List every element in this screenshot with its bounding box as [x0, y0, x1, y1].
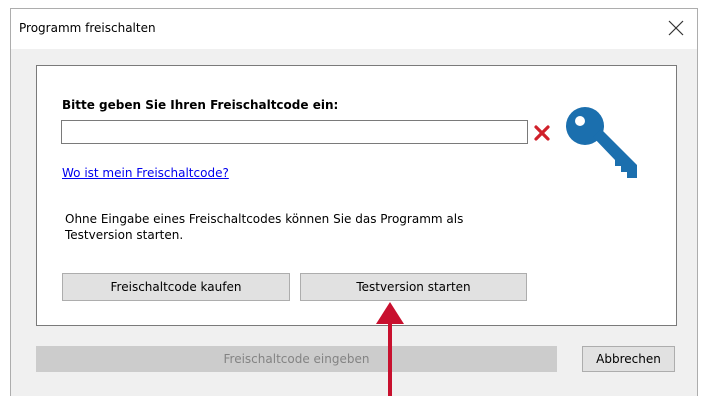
code-prompt-label: Bitte geben Sie Ihren Freischaltcode ein…	[62, 98, 339, 112]
where-is-code-link[interactable]: Wo ist mein Freischaltcode?	[62, 166, 229, 180]
dialog-window: Programm freischalten Bitte geben Sie Ih…	[10, 8, 698, 396]
close-button[interactable]	[659, 11, 693, 45]
cancel-button[interactable]: Abbrechen	[582, 346, 675, 372]
info-line-2: Testversion starten.	[65, 228, 184, 242]
title-bar: Programm freischalten	[11, 9, 697, 49]
key-icon	[566, 107, 637, 178]
buy-code-button[interactable]: Freischaltcode kaufen	[62, 273, 290, 301]
enter-code-button[interactable]: Freischaltcode eingeben	[36, 346, 557, 372]
activation-panel: Bitte geben Sie Ihren Freischaltcode ein…	[36, 65, 677, 326]
trial-info-text: Ohne Eingabe eines Freischaltcodes könne…	[65, 211, 485, 243]
window-title: Programm freischalten	[19, 21, 156, 35]
red-x-icon	[534, 125, 550, 141]
close-icon	[668, 20, 684, 36]
info-line-1: Ohne Eingabe eines Freischaltcodes könne…	[65, 212, 464, 226]
start-trial-button[interactable]: Testversion starten	[300, 273, 527, 301]
annotation-arrow	[376, 302, 404, 396]
activation-code-input[interactable]	[61, 120, 528, 144]
